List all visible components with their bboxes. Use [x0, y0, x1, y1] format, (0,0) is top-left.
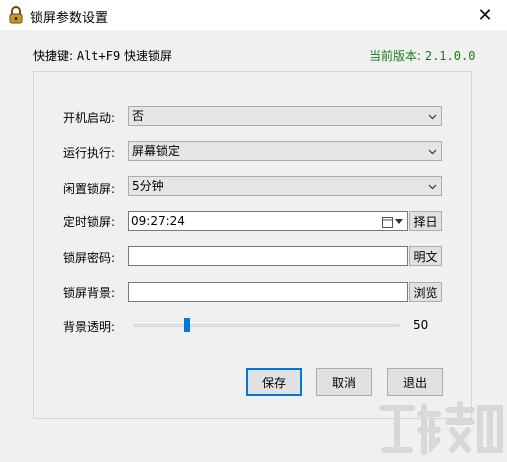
timer-picker-toggle[interactable]: [382, 214, 406, 230]
password-input[interactable]: [128, 246, 408, 266]
idle-label: 闲置锁屏:: [63, 182, 116, 196]
chevron-down-icon: [428, 149, 437, 155]
idle-value: 5分钟: [132, 179, 164, 193]
save-button[interactable]: 保存: [246, 368, 302, 396]
opacity-value: 50: [413, 318, 429, 332]
action-value: 屏幕锁定: [132, 144, 181, 158]
show-plaintext-button[interactable]: 明文: [409, 246, 442, 266]
dropdown-arrow-icon: [395, 219, 403, 224]
close-button[interactable]: ✕: [463, 0, 507, 30]
timer-label: 定时锁屏:: [63, 215, 116, 229]
calendar-icon: [382, 216, 393, 228]
watermark-logo: [379, 401, 503, 455]
close-icon: ✕: [477, 4, 493, 26]
background-label: 锁屏背景:: [63, 286, 116, 300]
exit-button[interactable]: 退出: [387, 368, 443, 396]
version-info: 当前版本: 2.1.0.0: [369, 47, 475, 64]
browse-button[interactable]: 浏览: [409, 282, 442, 302]
hotkey-suffix: 快速锁屏: [120, 49, 173, 63]
timer-time-picker[interactable]: 09:27:24: [128, 211, 408, 231]
title-bar: 锁屏参数设置 ✕: [0, 0, 507, 30]
background-path-input[interactable]: [128, 282, 408, 302]
action-select[interactable]: 屏幕锁定: [128, 141, 442, 161]
startup-value: 否: [132, 109, 145, 123]
hotkey-keys: Alt+F9: [76, 49, 121, 63]
pick-date-button[interactable]: 择日: [409, 211, 442, 231]
opacity-label: 背景透明:: [63, 320, 116, 334]
opacity-slider-track[interactable]: [134, 324, 400, 327]
cancel-button[interactable]: 取消: [316, 368, 372, 396]
startup-label: 开机启动:: [63, 111, 116, 125]
version-value: 2.1.0.0: [424, 49, 476, 63]
version-label: 当前版本:: [369, 49, 425, 63]
hotkey-prefix: 快捷键:: [33, 49, 77, 63]
chevron-down-icon: [428, 114, 437, 120]
action-label: 运行执行:: [63, 146, 116, 160]
window-title: 锁屏参数设置: [30, 11, 109, 26]
startup-select[interactable]: 否: [128, 106, 442, 126]
idle-select[interactable]: 5分钟: [128, 176, 442, 196]
hotkey-info: 快捷键: Alt+F9 快速锁屏: [33, 47, 172, 64]
opacity-slider-thumb[interactable]: [184, 318, 191, 332]
timer-value: 09:27:24: [131, 214, 185, 228]
padlock-icon: [9, 6, 23, 24]
chevron-down-icon: [428, 184, 437, 190]
password-label: 锁屏密码:: [63, 251, 116, 265]
